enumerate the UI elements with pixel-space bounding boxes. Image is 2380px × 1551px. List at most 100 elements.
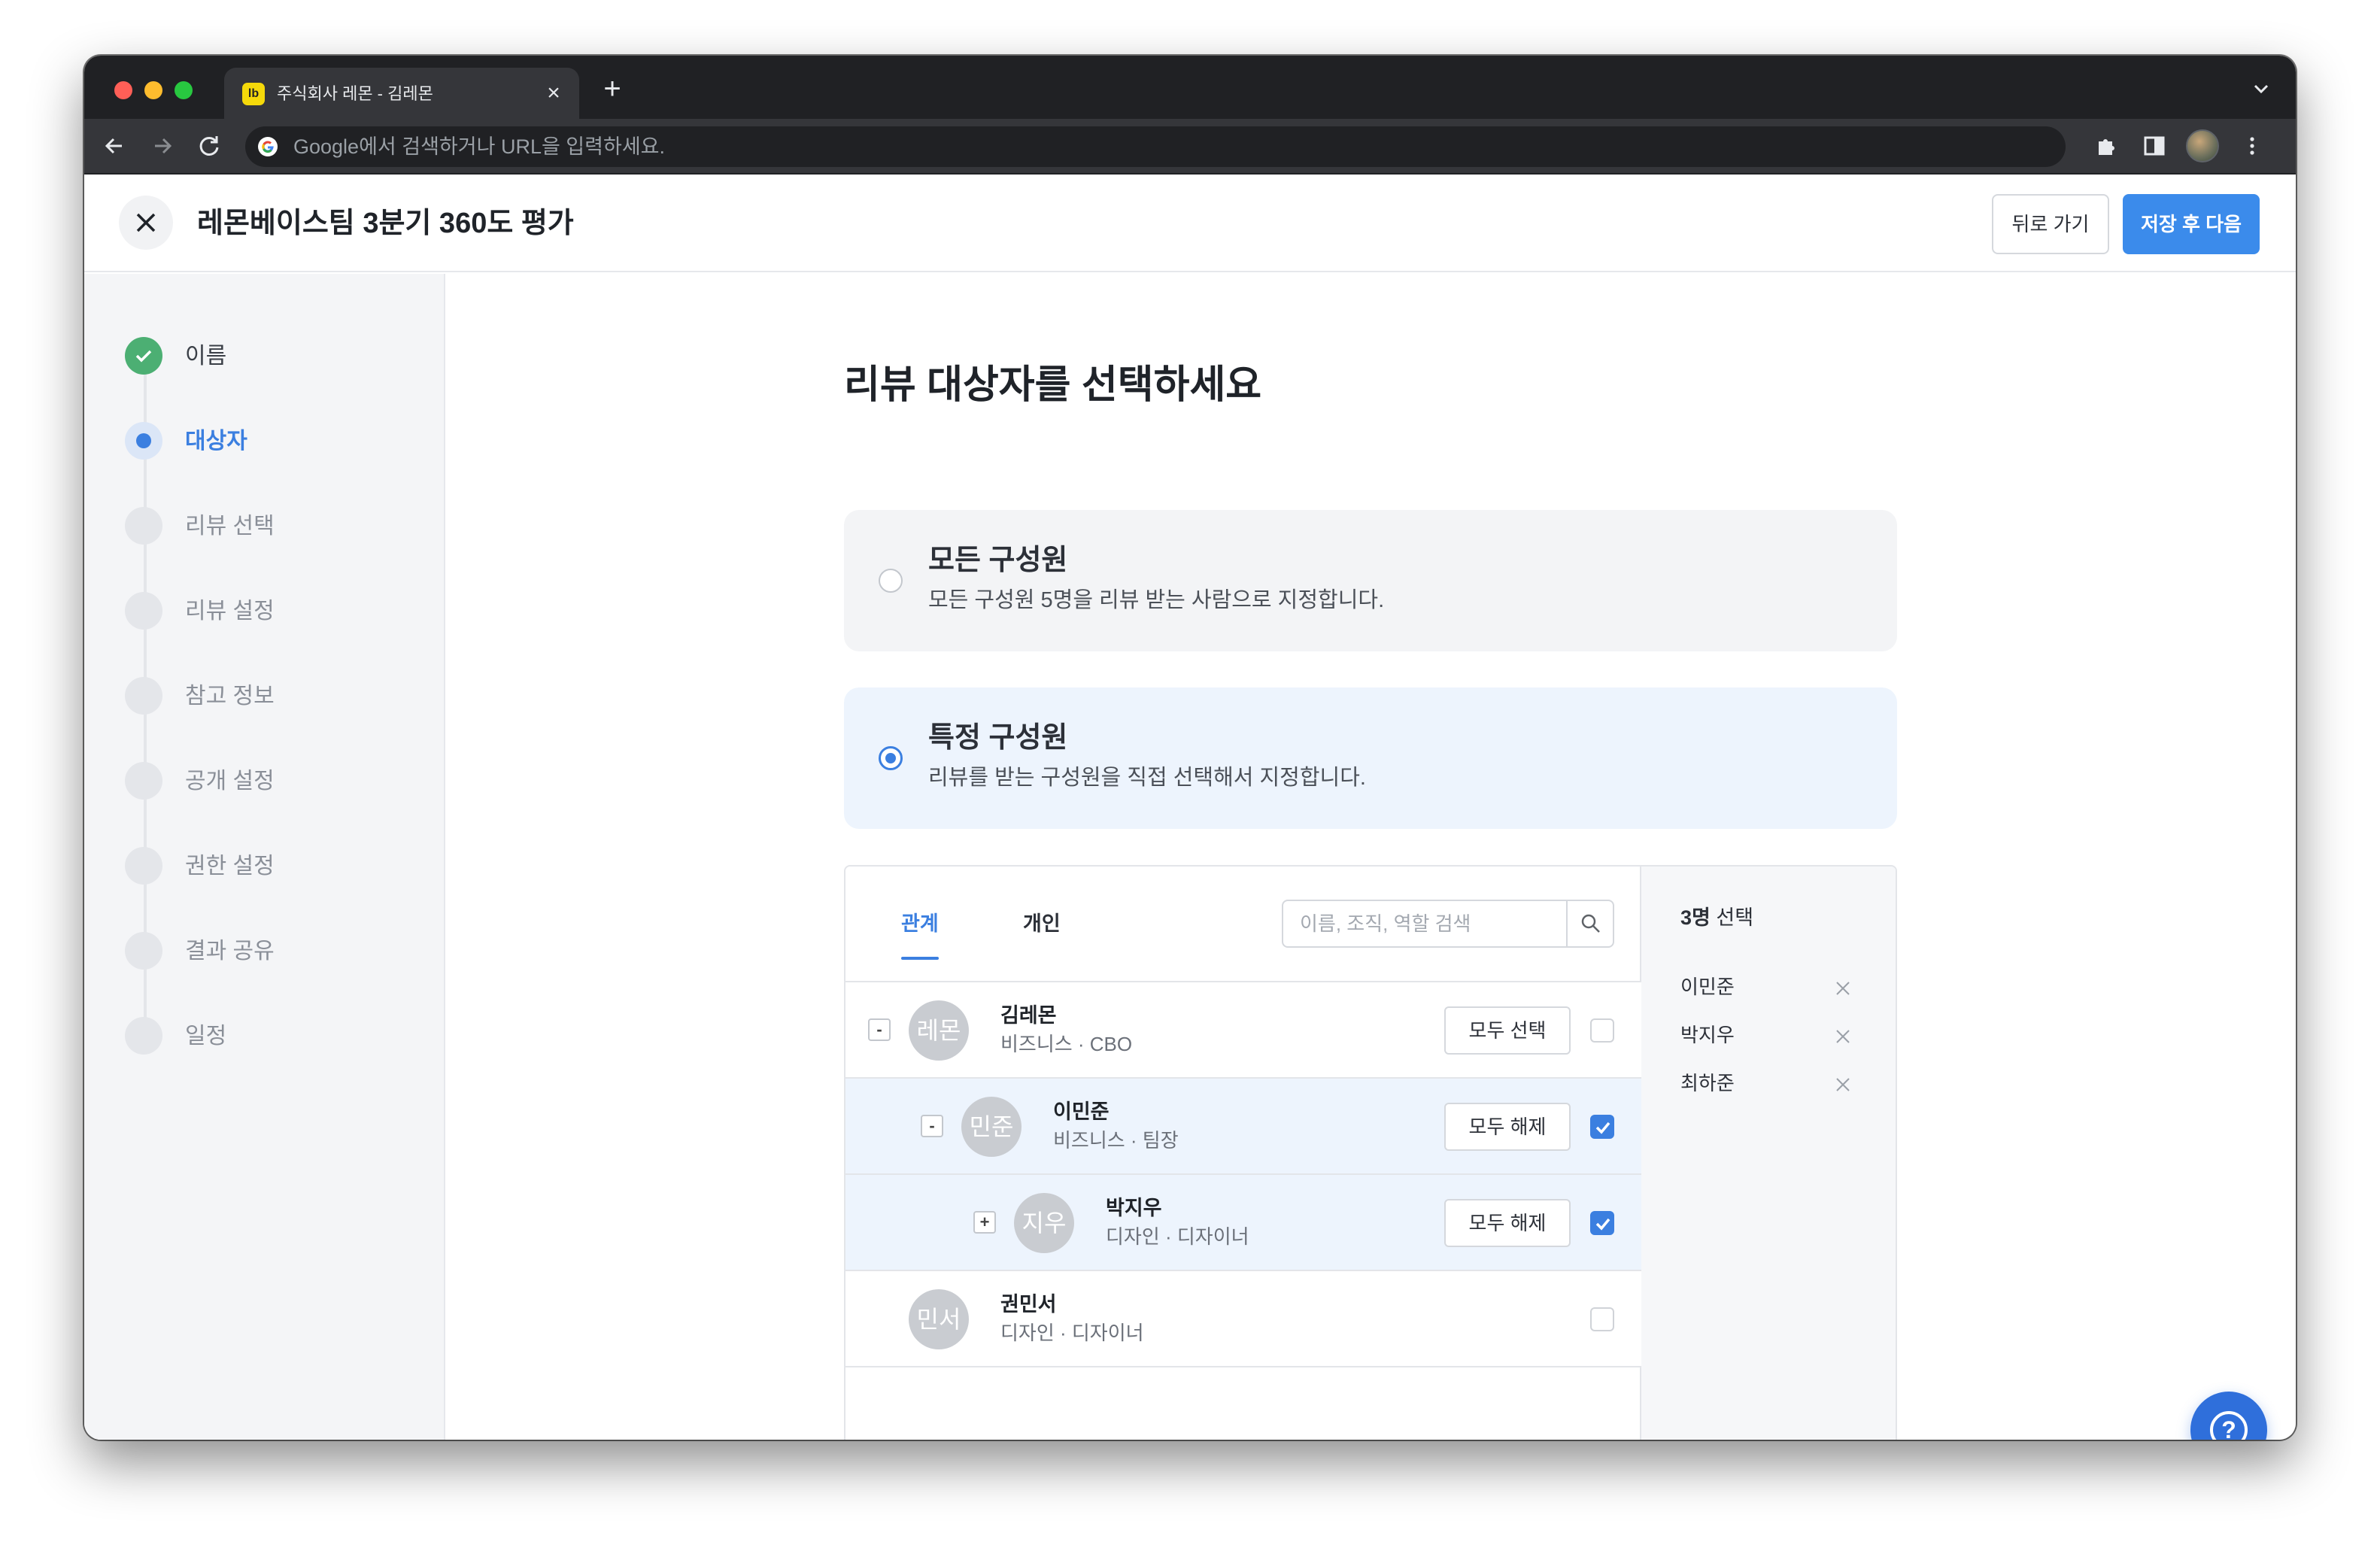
selected-count-value: 3명 <box>1680 906 1711 929</box>
deselect-all-button[interactable]: 모두 해제 <box>1444 1199 1571 1247</box>
step-target[interactable]: 대상자 <box>125 420 426 463</box>
collapse-toggle[interactable]: - <box>921 1115 943 1137</box>
side-panel-icon[interactable] <box>2141 132 2168 159</box>
option-title: 모든 구성원 <box>928 545 1068 576</box>
browser-toolbar: Google에서 검색하거나 URL을 입력하세요. <box>84 119 2296 175</box>
browser-window: lb 주식회사 레몬 - 김레몬 × + Google에서 검색하거나 URL을… <box>84 56 2296 1440</box>
step-review-select[interactable]: 리뷰 선택 <box>125 505 426 548</box>
remove-icon[interactable] <box>1834 979 1852 997</box>
help-button[interactable]: ? <box>2190 1392 2267 1440</box>
member-list-panel: 관계 개인 - 레몬 김레몬 <box>845 867 1641 1440</box>
current-step-dot-icon <box>125 422 162 460</box>
address-placeholder: Google에서 검색하거나 URL을 입력하세요. <box>293 135 666 158</box>
step-label: 권한 설정 <box>185 854 275 879</box>
step-dot-icon <box>125 592 162 630</box>
selected-member-item: 이민준 <box>1680 972 1876 1002</box>
member-checkbox[interactable] <box>1590 1115 1614 1139</box>
selected-count: 3명 선택 <box>1680 904 1753 931</box>
step-label: 공개 설정 <box>185 769 275 794</box>
member-checkbox[interactable] <box>1590 1211 1614 1235</box>
app-content: 레몬베이스팀 3분기 360도 평가 뒤로 가기 저장 후 다음 이름 대상자 … <box>84 175 2296 1440</box>
option-specific-members[interactable]: 특정 구성원 리뷰를 받는 구성원을 직접 선택해서 지정합니다. <box>844 687 1897 829</box>
step-visibility[interactable]: 공개 설정 <box>125 760 426 803</box>
minimize-window-button[interactable] <box>144 81 162 99</box>
search-button[interactable] <box>1566 901 1613 946</box>
selected-member-name: 최하준 <box>1680 1072 1735 1094</box>
selected-members-panel: 3명 선택 이민준 박지우 최하준 <box>1641 867 1896 1440</box>
step-label: 리뷰 선택 <box>185 514 275 539</box>
back-arrow-icon[interactable] <box>99 131 129 161</box>
search-icon <box>1581 914 1600 933</box>
avatar: 레몬 <box>909 1000 969 1061</box>
step-dot-icon <box>125 847 162 885</box>
step-schedule[interactable]: 일정 <box>125 1015 426 1058</box>
selected-member-item: 최하준 <box>1680 1068 1876 1098</box>
tab-title: 주식회사 레몬 - 김레몬 <box>277 84 433 103</box>
section-heading: 리뷰 대상자를 선택하세요 <box>844 363 1262 407</box>
avatar: 지우 <box>1014 1193 1074 1253</box>
chevron-down-icon[interactable] <box>2249 77 2273 101</box>
option-title: 특정 구성원 <box>928 722 1068 754</box>
close-button[interactable] <box>119 196 173 250</box>
all-members-radio[interactable] <box>879 569 903 593</box>
check-icon <box>125 337 162 375</box>
member-org-role: 디자인 · 디자이너 <box>1000 1322 1144 1344</box>
step-reference-info[interactable]: 참고 정보 <box>125 675 426 718</box>
member-checkbox[interactable] <box>1590 1307 1614 1331</box>
check-icon <box>1595 1218 1610 1231</box>
expand-toggle[interactable]: + <box>973 1211 996 1234</box>
address-bar[interactable]: Google에서 검색하거나 URL을 입력하세요. <box>245 126 2066 167</box>
back-button[interactable]: 뒤로 가기 <box>1992 194 2109 254</box>
step-label: 참고 정보 <box>185 684 275 709</box>
close-icon <box>136 213 156 232</box>
step-dot-icon <box>125 762 162 800</box>
option-description: 리뷰를 받는 구성원을 직접 선택해서 지정합니다. <box>928 766 1366 790</box>
profile-avatar[interactable] <box>2186 129 2219 162</box>
remove-icon[interactable] <box>1834 1076 1852 1094</box>
lemonbase-favicon-icon: lb <box>242 83 265 105</box>
reload-icon[interactable] <box>194 131 224 161</box>
maximize-window-button[interactable] <box>175 81 193 99</box>
specific-members-radio[interactable] <box>879 746 903 770</box>
remove-icon[interactable] <box>1834 1027 1852 1046</box>
step-label: 이름 <box>185 344 227 369</box>
select-all-button[interactable]: 모두 선택 <box>1444 1006 1571 1055</box>
more-menu-icon[interactable] <box>2239 132 2266 159</box>
member-checkbox[interactable] <box>1590 1018 1614 1043</box>
step-name[interactable]: 이름 <box>125 335 426 378</box>
selected-member-item: 박지우 <box>1680 1020 1876 1050</box>
step-dot-icon <box>125 507 162 545</box>
tab-relation[interactable]: 관계 <box>901 910 939 937</box>
search-box <box>1282 900 1614 948</box>
tab-individual[interactable]: 개인 <box>1023 910 1061 937</box>
step-permissions[interactable]: 권한 설정 <box>125 845 426 888</box>
step-dot-icon <box>125 1017 162 1055</box>
deselect-all-button[interactable]: 모두 해제 <box>1444 1103 1571 1151</box>
step-review-settings[interactable]: 리뷰 설정 <box>125 590 426 633</box>
app-header: 레몬베이스팀 3분기 360도 평가 뒤로 가기 저장 후 다음 <box>84 175 2296 272</box>
collapse-toggle[interactable]: - <box>868 1018 891 1041</box>
extensions-puzzle-icon[interactable] <box>2093 132 2120 159</box>
google-icon <box>258 137 278 156</box>
avatar: 민준 <box>961 1097 1022 1157</box>
option-description: 모든 구성원 5명을 리뷰 받는 사람으로 지정합니다. <box>928 588 1385 612</box>
step-dot-icon <box>125 932 162 970</box>
step-label: 리뷰 설정 <box>185 599 275 624</box>
member-name: 박지우 <box>1106 1197 1162 1219</box>
step-label: 결과 공유 <box>185 939 275 964</box>
member-row: - 레몬 김레몬 비즈니스 · CBO 모두 선택 <box>845 982 1641 1079</box>
search-input[interactable] <box>1283 901 1566 946</box>
new-tab-icon[interactable]: + <box>597 74 627 104</box>
member-org-role: 디자인 · 디자이너 <box>1106 1225 1249 1248</box>
member-row: - 민준 이민준 비즈니스 · 팀장 모두 해제 <box>845 1079 1641 1175</box>
member-row: + 지우 박지우 디자인 · 디자이너 모두 해제 <box>845 1175 1641 1271</box>
forward-arrow-icon[interactable] <box>147 131 178 161</box>
close-window-button[interactable] <box>114 81 132 99</box>
save-and-next-button[interactable]: 저장 후 다음 <box>2123 194 2260 254</box>
option-all-members[interactable]: 모든 구성원 모든 구성원 5명을 리뷰 받는 사람으로 지정합니다. <box>844 510 1897 651</box>
browser-tab[interactable]: lb 주식회사 레몬 - 김레몬 × <box>224 68 579 119</box>
selected-member-name: 이민준 <box>1680 976 1735 998</box>
tab-close-icon[interactable]: × <box>542 81 566 105</box>
step-sidebar: 이름 대상자 리뷰 선택 리뷰 설정 참고 정보 공개 설정 권한 설정 결과 … <box>84 274 445 1440</box>
step-share-results[interactable]: 결과 공유 <box>125 930 426 973</box>
